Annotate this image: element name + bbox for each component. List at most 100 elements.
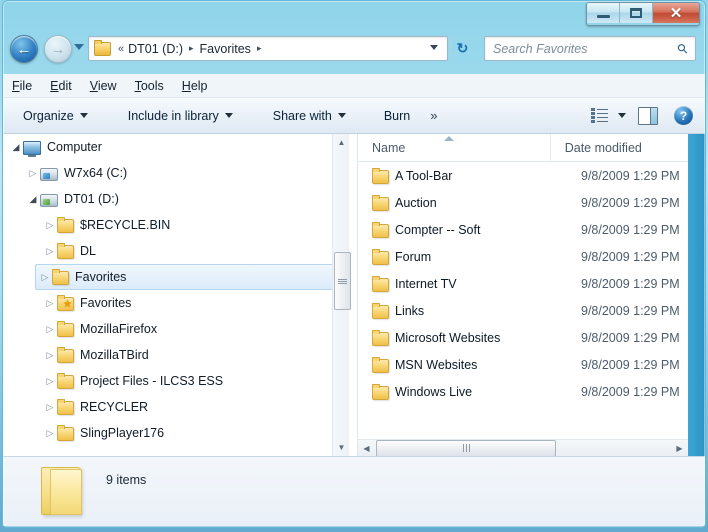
drive-win-icon [40,168,58,181]
expander-collapsed-icon[interactable]: ▷ [43,298,57,309]
tree-item-mozillatbird[interactable]: ▷ MozillaTBird [37,342,357,368]
folder-icon [57,425,74,441]
scroll-up-button[interactable]: ▲ [333,134,350,151]
item-count-label: 9 items [106,473,147,487]
menu-item-help[interactable]: Help [173,76,217,96]
scroll-down-button[interactable]: ▼ [333,439,350,456]
include-in-library-button[interactable]: Include in library [118,104,243,128]
scroll-right-button[interactable]: ▶ [671,440,688,457]
menu-item-view[interactable]: View [81,76,126,96]
toolbar-overflow-button[interactable]: » [422,103,445,128]
close-button[interactable]: ✕ [653,3,699,23]
breadcrumb-item-favorites[interactable]: Favorites [198,42,253,56]
search-input[interactable]: Search Favorites [493,42,678,56]
file-list-row[interactable]: Internet TV 9/8/2009 1:29 PM [358,270,688,297]
file-name-cell: A Tool-Bar [395,168,453,183]
menu-item-edit[interactable]: Edit [41,76,81,96]
sort-ascending-icon [444,135,454,141]
tree-item-dt01-d[interactable]: ◢ DT01 (D:) [20,186,357,212]
folder-icon [57,399,74,415]
expander-expanded-icon[interactable]: ◢ [9,142,23,153]
tree-item-mozillafirefox[interactable]: ▷ MozillaFirefox [37,316,357,342]
expander-collapsed-icon[interactable]: ▷ [43,350,57,361]
expander-collapsed-icon[interactable]: ▷ [38,272,52,283]
file-list-row[interactable]: Windows Live 9/8/2009 1:29 PM [358,378,688,405]
navigation-pane: ◢ Computer ▷ W7x64 (C:) ◢ DT01 (D:) ▷ $RECYCLE.… [3,134,358,456]
menu-item-tools[interactable]: Tools [126,76,173,96]
burn-button[interactable]: Burn [374,104,420,128]
tree-item-recycle-bin[interactable]: ▷ $RECYCLE.BIN [37,212,357,238]
expander-collapsed-icon[interactable]: ▷ [43,246,57,257]
minimize-button[interactable] [587,3,620,23]
file-list-horizontal-scrollbar[interactable]: ◀ ▶ [358,439,688,456]
chevron-down-icon[interactable] [430,45,438,50]
expander-collapsed-icon[interactable]: ▷ [43,220,57,231]
tree-item-recycler[interactable]: ▷ RECYCLER [37,394,357,420]
burn-label: Burn [383,108,411,123]
folder-icon [372,383,389,400]
file-list-row[interactable]: MSN Websites 9/8/2009 1:29 PM [358,351,688,378]
file-list-vertical-scrollbar[interactable] [688,134,705,456]
computer-icon [23,141,41,157]
menu-rest-edit: dit [58,78,72,93]
file-list-row[interactable]: Links 9/8/2009 1:29 PM [358,297,688,324]
scrollbar-thumb[interactable] [334,252,351,310]
expander-collapsed-icon[interactable]: ▷ [43,376,57,387]
share-with-label: Share with [272,108,332,123]
address-bar[interactable]: « DT01 (D:) ▸ Favorites ▸ [88,36,448,61]
breadcrumb-item-drive[interactable]: DT01 (D:) [126,42,185,56]
file-date-cell: 9/8/2009 1:29 PM [581,357,680,372]
tree-item-dl[interactable]: ▷ DL [37,238,357,264]
folder-tree: ◢ Computer ▷ W7x64 (C:) ◢ DT01 (D:) ▷ $RECYCLE.… [3,134,357,446]
file-list-row[interactable]: Compter -- Soft 9/8/2009 1:29 PM [358,216,688,243]
menu-item-file[interactable]: File [3,76,41,96]
breadcrumb-separator-end-icon[interactable]: ▸ [253,43,266,54]
file-name-cell: Forum [395,249,432,264]
file-name-cell: Auction [395,195,437,210]
breadcrumb-overflow-icon[interactable]: « [116,43,126,55]
expander-expanded-icon[interactable]: ◢ [26,194,40,205]
expander-collapsed-icon[interactable]: ▷ [43,402,57,413]
tree-item-slingplayer176[interactable]: ▷ SlingPlayer176 [37,420,357,446]
close-icon: ✕ [669,4,683,22]
file-list-row[interactable]: Auction 9/8/2009 1:29 PM [358,189,688,216]
horizontal-scrollbar-thumb[interactable] [376,439,556,456]
menu-accel-edit: E [50,78,59,93]
navigation-pane-scrollbar[interactable]: ▲ ▼ [332,134,351,456]
tree-item-project-files-ilcs3-ess[interactable]: ▷ Project Files - ILCS3 ESS [37,368,357,394]
file-date-cell: 9/8/2009 1:29 PM [581,276,680,291]
refresh-button[interactable]: ↻ [450,37,474,60]
change-view-icon[interactable] [591,108,608,123]
file-list-row[interactable]: Microsoft Websites 9/8/2009 1:29 PM [358,324,688,351]
tree-item-favorites[interactable]: ▷ Favorites [35,264,349,290]
file-date-cell: 9/8/2009 1:29 PM [581,195,680,210]
expander-collapsed-icon[interactable]: ▷ [43,324,57,335]
search-box[interactable]: Search Favorites ⚲ [484,36,696,61]
back-button[interactable]: ← [10,35,38,63]
file-list-row[interactable]: Forum 9/8/2009 1:29 PM [358,243,688,270]
scroll-left-button[interactable]: ◀ [358,440,375,457]
arrow-right-icon: → [50,40,66,58]
view-options-chevron-down-icon[interactable] [618,113,626,118]
menu-rest-view: iew [97,78,117,93]
organize-button[interactable]: Organize [13,104,98,128]
folder-icon [372,221,389,238]
expander-collapsed-icon[interactable]: ▷ [26,168,40,179]
column-header-date-modified[interactable]: Date modified [551,134,705,162]
tree-item-favorites[interactable]: ▷ Favorites [37,290,357,316]
recent-pages-dropdown-icon[interactable] [74,44,84,50]
help-button[interactable]: ? [674,106,693,125]
tree-item-computer[interactable]: ◢ Computer [3,134,357,160]
expander-collapsed-icon[interactable]: ▷ [43,428,57,439]
file-list-row[interactable]: A Tool-Bar 9/8/2009 1:29 PM [358,162,688,189]
share-with-button[interactable]: Share with [263,104,356,128]
tree-item-w7x64-c[interactable]: ▷ W7x64 (C:) [20,160,357,186]
forward-button[interactable]: → [44,35,72,63]
folder-icon [57,347,74,363]
minimize-icon [596,15,610,18]
maximize-button[interactable] [620,3,653,23]
breadcrumb-separator-icon[interactable]: ▸ [185,43,198,54]
column-header-name[interactable]: Name [358,134,551,162]
status-bar: 9 items [3,456,705,526]
preview-pane-icon[interactable] [638,106,658,125]
